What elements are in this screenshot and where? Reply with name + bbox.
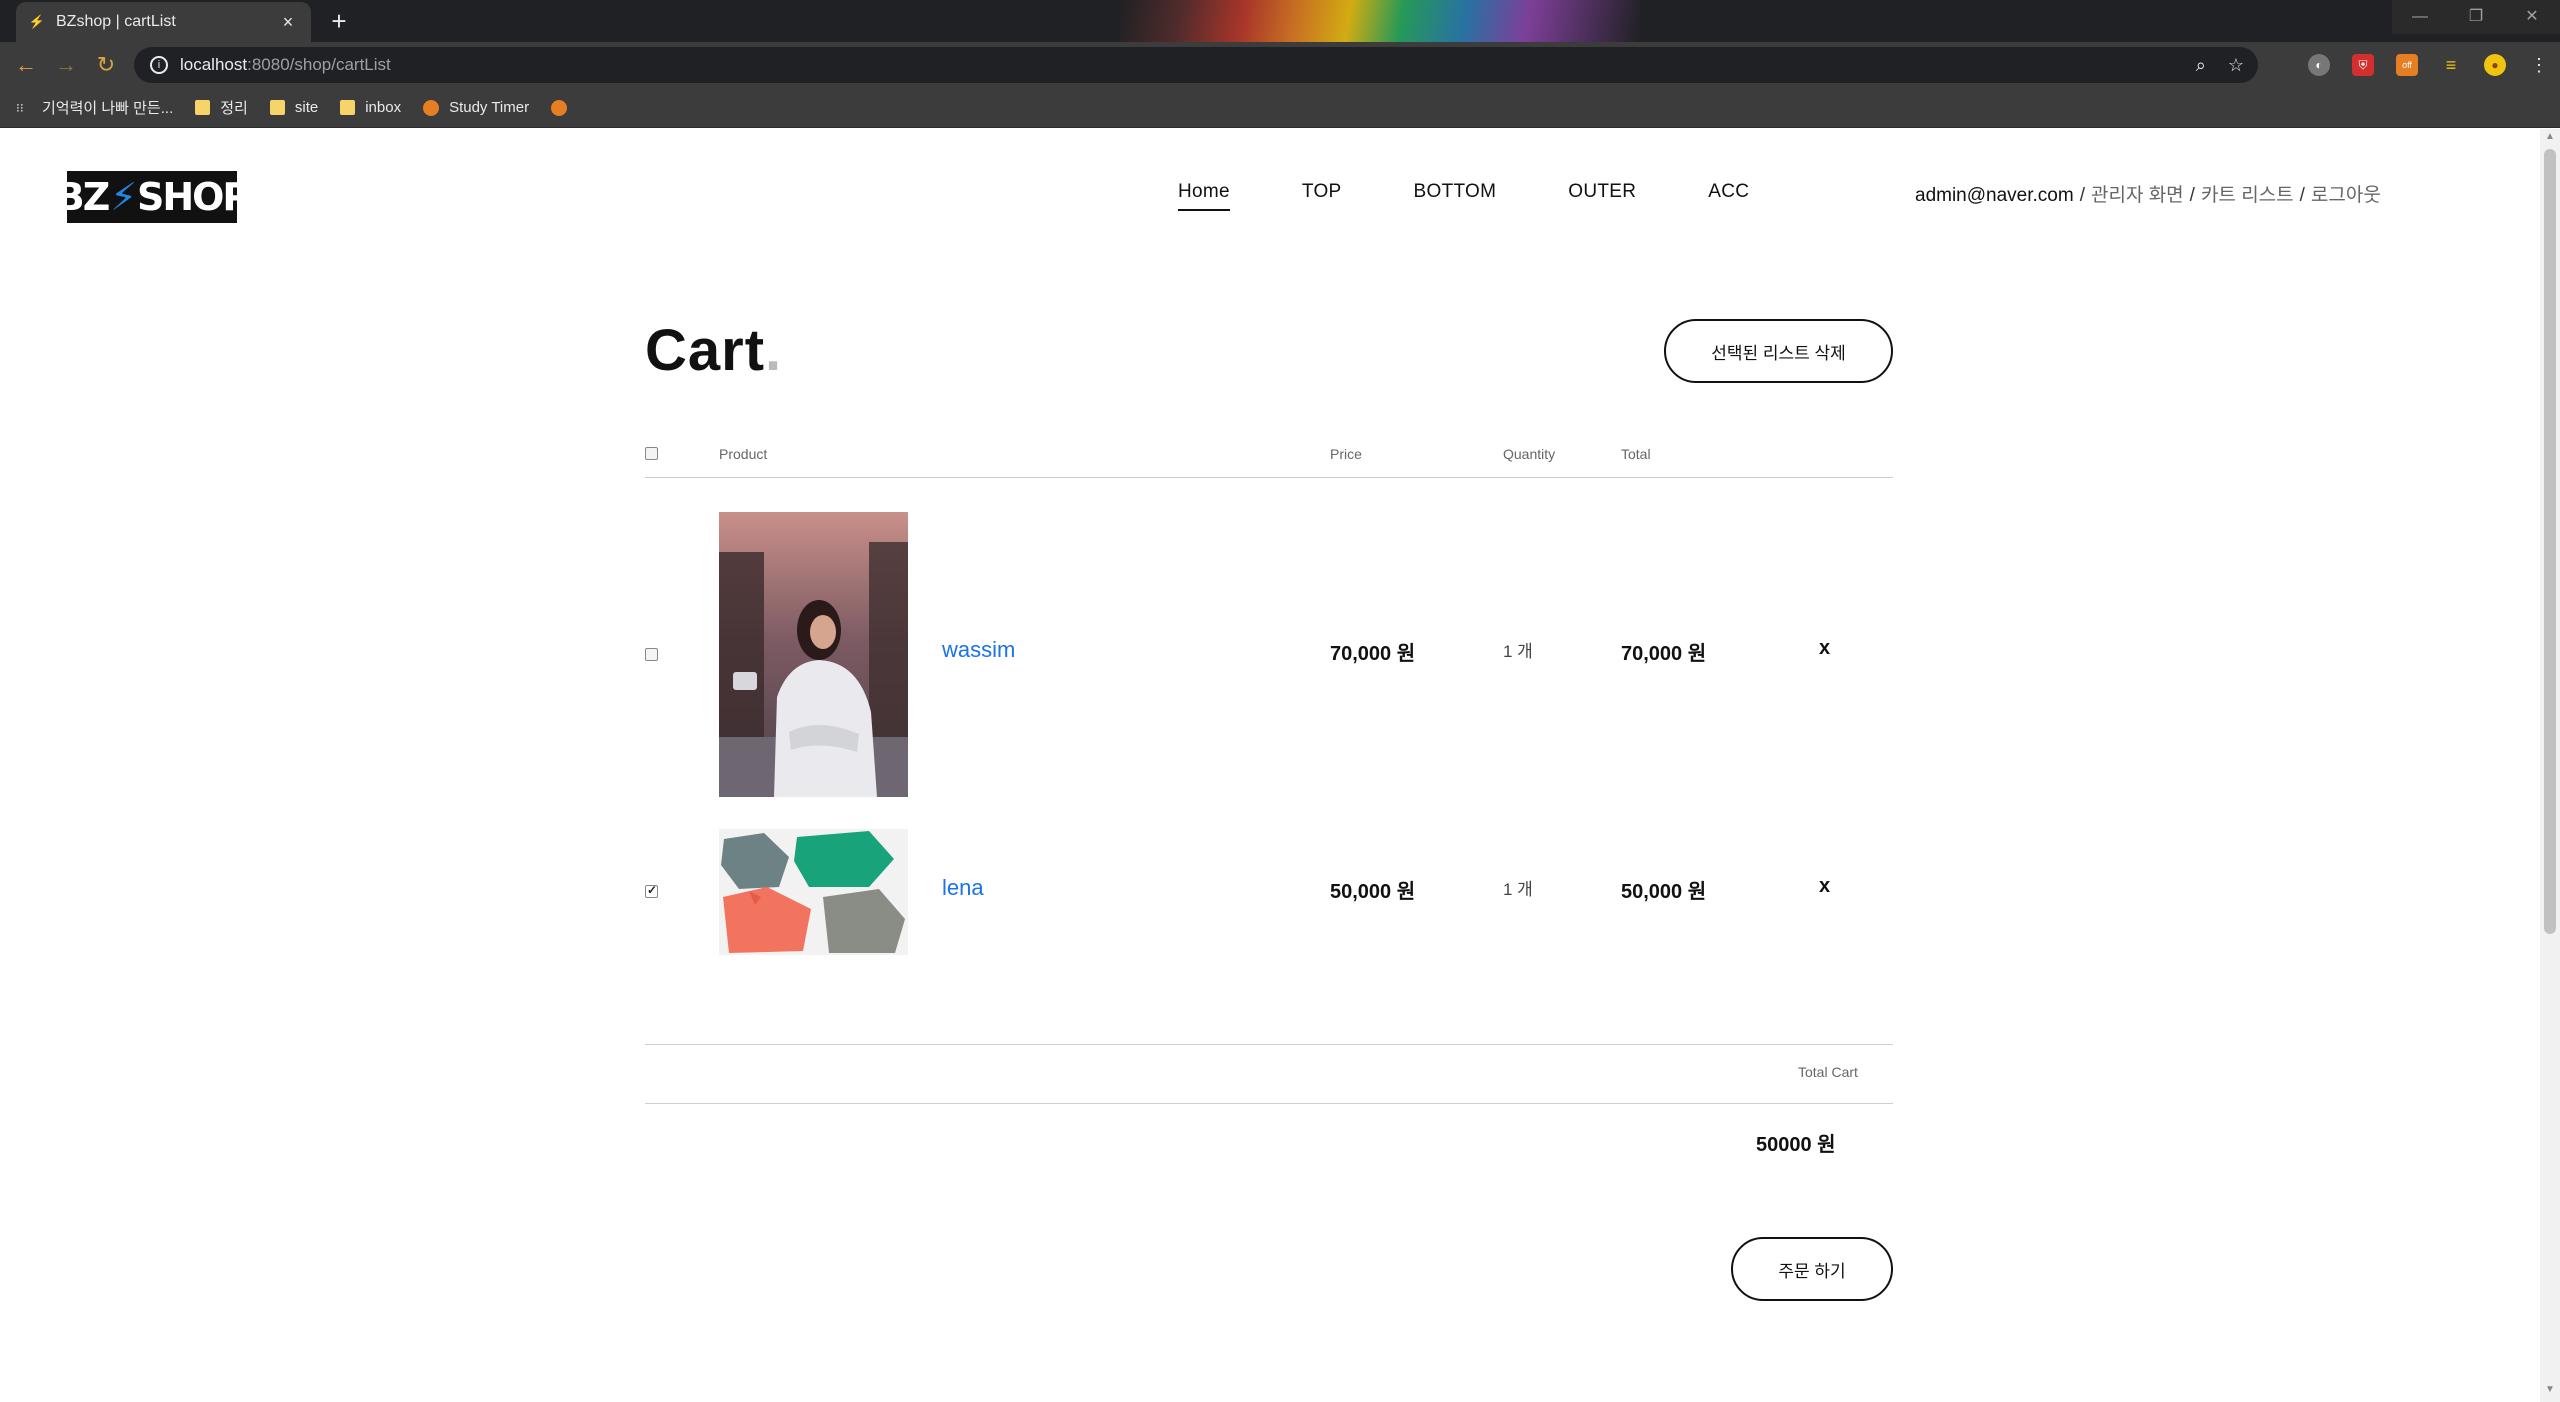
close-window-icon[interactable]: ✕ (2504, 0, 2560, 34)
item-total: 50,000 원 (1621, 881, 1707, 903)
total-cart-label: Total Cart (1798, 1064, 1858, 1080)
bookmark-label: Study Timer (449, 99, 530, 116)
folder-icon (195, 100, 211, 115)
browser-toolbar: ← → ↻ i localhost:8080/shop/cartList ⌕ ☆… (0, 42, 2560, 88)
nav-top[interactable]: TOP (1302, 181, 1342, 211)
bookmark-star-icon[interactable]: ☆ (2228, 55, 2244, 76)
reload-icon[interactable]: ↻ (86, 45, 126, 85)
remove-item-button[interactable]: x (1819, 637, 1830, 660)
nav-home[interactable]: Home (1178, 181, 1230, 211)
bookmarks-bar: ⁝⁝ 기억력이 나빠 만든... 정리 site inbox Study Tim… (0, 88, 2560, 128)
forward-arrow-icon[interactable]: → (46, 45, 86, 85)
logo-text-right: SHOP (136, 175, 250, 219)
item-total: 70,000 원 (1621, 643, 1707, 665)
bookmark-label: 정리 (220, 100, 248, 117)
column-price: Price (1330, 446, 1362, 462)
scroll-down-icon[interactable]: ▼ (2540, 1384, 2560, 1400)
nav-outer[interactable]: OUTER (1568, 181, 1636, 211)
dots-icon: ⁝⁝ (16, 100, 24, 115)
bzshop-logo[interactable]: BZ ⚡ SHOP (56, 171, 250, 223)
main-navigation: Home TOP BOTTOM OUTER ACC (1178, 181, 1821, 211)
logout-link[interactable]: 로그아웃 (2311, 185, 2381, 206)
cart-row: lena 50,000 원 1 개 50,000 원 x (645, 829, 1893, 955)
new-tab-button[interactable]: + (324, 6, 354, 36)
column-total: Total (1621, 446, 1651, 462)
bookmark-label: 기억력이 나빠 만든... (42, 100, 174, 117)
bookmark-folder[interactable]: inbox (340, 99, 401, 116)
page-scrollbar[interactable]: ▲ ▼ (2540, 129, 2560, 1402)
browser-tab-active[interactable]: ⚡ BZshop | cartList × (16, 2, 311, 42)
url-path: :8080/shop/cartList (247, 55, 391, 74)
nav-acc[interactable]: ACC (1708, 181, 1749, 211)
user-email: admin@naver.com (1915, 185, 2074, 206)
globe-icon (551, 99, 568, 116)
product-name-link[interactable]: wassim (942, 637, 1015, 663)
minimize-window-icon[interactable]: — (2392, 0, 2448, 34)
bookmark-folder[interactable]: 정리 (195, 97, 248, 118)
zoom-icon[interactable]: ⌕ (2196, 55, 2206, 76)
back-arrow-icon[interactable]: ← (6, 45, 46, 85)
extension-shield-icon[interactable]: ⛨ (2352, 54, 2374, 76)
profile-avatar-icon[interactable]: ● (2484, 54, 2506, 76)
product-image[interactable] (719, 829, 908, 955)
scroll-up-icon[interactable]: ▲ (2540, 131, 2560, 147)
address-bar[interactable]: i localhost:8080/shop/cartList ⌕ ☆ (134, 47, 2258, 83)
site-info-icon[interactable]: i (150, 56, 168, 74)
page-viewport: BZ ⚡ SHOP Home TOP BOTTOM OUTER ACC admin@… (0, 129, 2560, 1402)
product-image[interactable] (719, 512, 908, 797)
order-button[interactable]: 주문 하기 (1731, 1237, 1893, 1301)
lightning-bolt-icon: ⚡ (110, 175, 137, 219)
title-dot: . (765, 318, 783, 383)
bookmark-item[interactable] (551, 99, 568, 116)
row-checkbox[interactable] (645, 883, 658, 898)
cart-row: wassim 70,000 원 1 개 70,000 원 x (645, 512, 1893, 797)
folder-icon (340, 100, 356, 115)
divider (645, 1103, 1893, 1104)
bookmark-label: site (294, 99, 319, 116)
bookmark-item[interactable]: ⁝⁝ 기억력이 나빠 만든... (16, 97, 173, 118)
bookmark-label: inbox (365, 99, 402, 116)
remove-item-button[interactable]: x (1819, 875, 1830, 898)
url-host: localhost (180, 55, 248, 74)
column-product: Product (719, 446, 768, 462)
extension-off-badge-icon[interactable]: off (2396, 54, 2418, 76)
item-quantity: 1 개 (1503, 880, 1533, 899)
bookmark-item[interactable]: Study Timer (423, 99, 529, 116)
nav-bottom[interactable]: BOTTOM (1414, 181, 1497, 211)
cart-table-header: Product Price Quantity Total (645, 434, 1893, 478)
product-name-link[interactable]: lena (942, 875, 984, 901)
tab-close-icon[interactable]: × (277, 12, 299, 33)
folder-icon (269, 100, 285, 115)
separator: / (2079, 185, 2085, 206)
user-navigation: admin@naver.com / 관리자 화면 / 카트 리스트 / 로그아웃 (1915, 180, 2381, 207)
item-price: 70,000 원 (1330, 643, 1416, 665)
extension-mouse-icon[interactable]: ◐ (2308, 54, 2330, 76)
page-title: Cart. (645, 317, 782, 384)
bookmark-folder[interactable]: site (269, 99, 319, 116)
column-quantity: Quantity (1503, 446, 1556, 462)
separator: / (2189, 185, 2195, 206)
separator: / (2299, 185, 2305, 206)
bzshop-favicon-icon: ⚡ (28, 14, 46, 29)
total-cart-value: 50000 원 (1756, 1134, 1836, 1156)
scrollbar-thumb[interactable] (2544, 149, 2556, 934)
item-price: 50,000 원 (1330, 881, 1416, 903)
tab-title: BZshop | cartList (56, 13, 176, 30)
select-all-checkbox[interactable] (645, 447, 658, 460)
row-checkbox[interactable] (645, 648, 658, 661)
item-quantity: 1 개 (1503, 642, 1533, 661)
playlist-icon[interactable]: ≡ (2440, 54, 2462, 76)
logo-text-left: BZ (55, 175, 111, 219)
browser-theme-decoration (1120, 0, 1640, 42)
restore-window-icon[interactable]: ❐ (2448, 0, 2504, 34)
globe-icon (423, 99, 440, 116)
page-title-text: Cart (645, 318, 766, 383)
admin-link[interactable]: 관리자 화면 (2091, 185, 2184, 206)
browser-tab-strip: ⚡ BZshop | cartList × + — ❐ ✕ (0, 0, 2560, 42)
divider (645, 1044, 1893, 1045)
delete-selected-button[interactable]: 선택된 리스트 삭제 (1664, 319, 1893, 383)
cart-list-link[interactable]: 카트 리스트 (2201, 185, 2294, 206)
menu-kebab-icon[interactable]: ⋮ (2528, 54, 2550, 76)
